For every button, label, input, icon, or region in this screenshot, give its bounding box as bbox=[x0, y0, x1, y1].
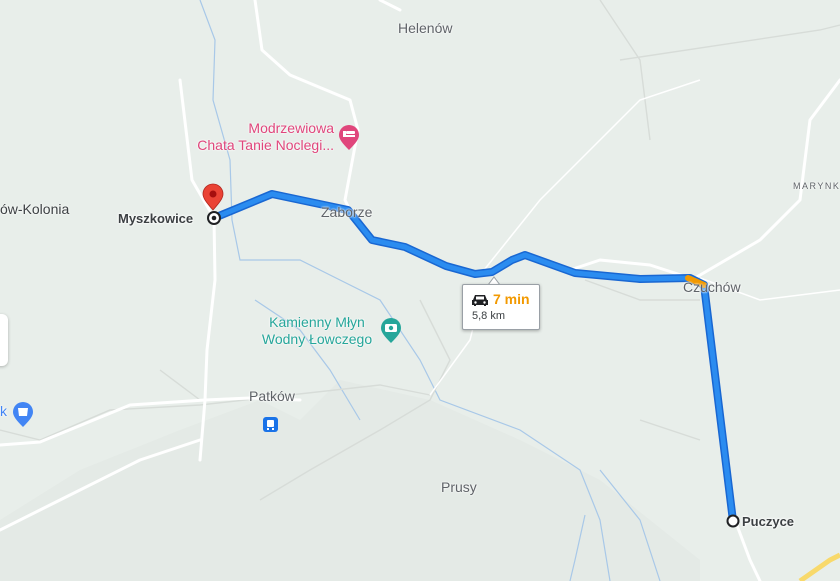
route-duration: 7 min bbox=[493, 291, 530, 307]
place-label-zaborze: Zaborze bbox=[321, 204, 373, 220]
transit-stop-icon bbox=[263, 417, 278, 432]
place-label-patkow: Patków bbox=[249, 388, 295, 404]
place-label-marynki: MARYNK bbox=[793, 181, 840, 191]
map-view[interactable]: Helenów ów-Kolonia Zaborze Czuchów MARYN… bbox=[0, 0, 840, 581]
poi-label-left-partial[interactable]: k bbox=[0, 403, 7, 420]
place-label-helenow: Helenów bbox=[398, 20, 453, 36]
origin-marker bbox=[207, 211, 221, 225]
poi-label-line1: Modrzewiowa bbox=[248, 120, 334, 136]
side-panel-collapse-button[interactable] bbox=[0, 314, 8, 366]
route-distance: 5,8 km bbox=[472, 310, 506, 322]
place-label-prusy: Prusy bbox=[441, 479, 477, 495]
route-origin-label[interactable]: Myszkowice bbox=[118, 211, 193, 226]
route-info-callout[interactable]: 7 min 5,8 km bbox=[462, 284, 540, 330]
place-label-czuchow: Czuchów bbox=[683, 279, 741, 295]
place-label-kolonia: ów-Kolonia bbox=[0, 201, 70, 217]
poi-label-line2: Wodny Łowczego bbox=[261, 331, 373, 347]
destination-marker bbox=[726, 514, 740, 528]
route-destination-label[interactable]: Puczyce bbox=[742, 514, 794, 529]
poi-label-line2: Chata Tanie Noclegi... bbox=[197, 137, 334, 153]
poi-label-line1: Kamienny Młyn bbox=[269, 314, 365, 330]
poi-label-modrzewiowa-chata[interactable]: Modrzewiowa Chata Tanie Noclegi... bbox=[186, 120, 334, 154]
poi-label-kamienny-mlyn[interactable]: Kamienny Młyn Wodny Łowczego bbox=[256, 314, 378, 348]
car-icon bbox=[472, 295, 488, 306]
